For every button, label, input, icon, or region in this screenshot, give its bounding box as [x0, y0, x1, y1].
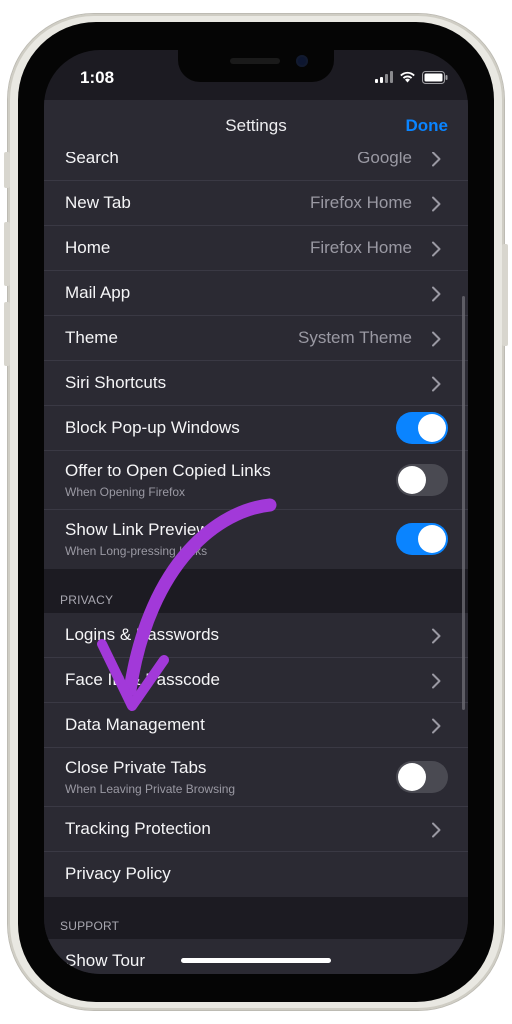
row-label: Data Management [65, 715, 205, 734]
setting-mail-app[interactable]: Mail App [44, 271, 468, 316]
navigation-bar: Settings Done [44, 100, 468, 152]
chevron-right-icon [432, 822, 441, 838]
toggle-knob [418, 414, 446, 442]
row-label: Show Link Previews [65, 520, 218, 539]
setting-new-tab[interactable]: New Tab Firefox Home [44, 181, 468, 226]
offer-open-links-toggle[interactable] [396, 464, 448, 496]
done-button[interactable]: Done [406, 116, 449, 136]
show-link-previews-toggle[interactable] [396, 523, 448, 555]
row-label: Home [65, 238, 111, 257]
row-subtitle: When Long-pressing Links [65, 544, 208, 558]
power-button [502, 244, 508, 346]
chevron-right-icon [432, 628, 441, 644]
row-label: Siri Shortcuts [65, 373, 167, 392]
notch [178, 50, 334, 82]
support-section-header: SUPPORT [60, 919, 120, 933]
settings-list[interactable]: Search Google New Tab Firefox Home Home … [44, 144, 468, 974]
chevron-right-icon [432, 718, 441, 734]
setting-siri-shortcuts[interactable]: Siri Shortcuts [44, 361, 468, 406]
silent-switch [4, 152, 10, 188]
row-value: Firefox Home [309, 238, 412, 257]
chevron-right-icon [432, 196, 441, 212]
chevron-right-icon [432, 151, 441, 167]
chevron-right-icon [432, 673, 441, 689]
cellular-signal-icon [375, 71, 393, 83]
chevron-right-icon [432, 241, 441, 257]
setting-show-link-previews: Show Link Previews When Long-pressing Li… [44, 510, 468, 569]
row-label: New Tab [65, 193, 131, 212]
scroll-indicator[interactable] [462, 296, 465, 710]
row-subtitle: When Opening Firefox [65, 485, 186, 499]
toggle-knob [398, 466, 426, 494]
battery-icon [422, 70, 448, 84]
chevron-right-icon [432, 286, 441, 302]
row-label: Face ID & Passcode [65, 670, 220, 689]
setting-data-management[interactable]: Data Management [44, 703, 468, 748]
setting-face-id-passcode[interactable]: Face ID & Passcode [44, 658, 468, 703]
setting-tracking-protection[interactable]: Tracking Protection [44, 807, 468, 852]
chevron-right-icon [432, 376, 441, 392]
row-label: Offer to Open Copied Links [65, 461, 271, 480]
phone-screen: 1:08 Settings Done Search Google New Tab… [44, 50, 468, 974]
row-value: Firefox Home [309, 193, 412, 212]
row-label: Theme [65, 328, 118, 347]
setting-close-private-tabs: Close Private Tabs When Leaving Private … [44, 748, 468, 807]
row-label: Privacy Policy [65, 864, 171, 883]
status-icons [375, 70, 448, 84]
toggle-knob [398, 763, 426, 791]
toggle-knob [418, 525, 446, 553]
page-title: Settings [225, 116, 287, 135]
setting-block-popups: Block Pop-up Windows [44, 406, 468, 451]
row-value: System Theme [297, 328, 412, 347]
front-camera-icon [296, 55, 308, 67]
row-label: Logins & Passwords [65, 625, 220, 644]
speaker-grille [230, 58, 280, 64]
privacy-section-header: PRIVACY [60, 593, 114, 607]
row-label: Show Tour [65, 951, 146, 970]
close-private-tabs-toggle[interactable] [396, 761, 448, 793]
volume-down-button [4, 302, 10, 366]
setting-home[interactable]: Home Firefox Home [44, 226, 468, 271]
row-label: Mail App [65, 283, 131, 302]
chevron-right-icon [432, 331, 441, 347]
setting-offer-open-copied-links: Offer to Open Copied Links When Opening … [44, 451, 468, 510]
status-time: 1:08 [80, 68, 115, 87]
home-indicator[interactable] [181, 958, 331, 963]
wifi-icon [400, 71, 415, 83]
setting-show-tour[interactable]: Show Tour [44, 939, 468, 974]
setting-logins-passwords[interactable]: Logins & Passwords [44, 613, 468, 658]
volume-up-button [4, 222, 10, 286]
row-subtitle: When Leaving Private Browsing [65, 782, 236, 796]
block-popups-toggle[interactable] [396, 412, 448, 444]
row-label: Close Private Tabs [65, 758, 207, 777]
setting-theme[interactable]: Theme System Theme [44, 316, 468, 361]
setting-privacy-policy[interactable]: Privacy Policy [44, 852, 468, 897]
row-label: Tracking Protection [65, 819, 211, 838]
row-label: Block Pop-up Windows [65, 418, 240, 437]
